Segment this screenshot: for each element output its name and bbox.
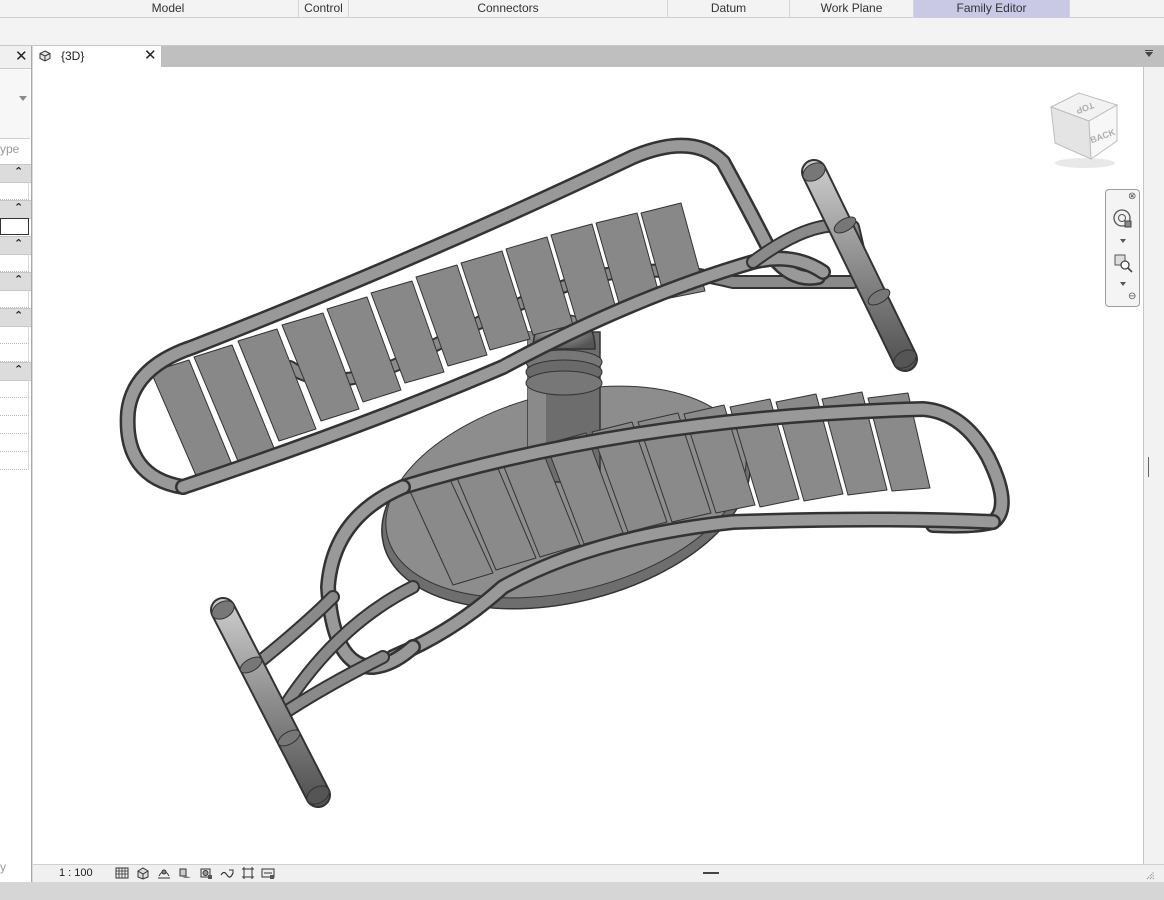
ribbon-group-work-plane[interactable]: Work Plane (790, 0, 914, 17)
view-tab-bar: {3D} ✕ (33, 46, 1164, 67)
visual-style-icon[interactable] (136, 866, 150, 880)
tab-menu-icon[interactable] (1145, 52, 1153, 57)
scroll-thumb[interactable] (703, 872, 719, 874)
zoom-icon[interactable] (1112, 252, 1134, 274)
property-row[interactable] (0, 254, 29, 272)
rendering-icon[interactable] (199, 866, 213, 880)
steering-wheel-icon[interactable] (1112, 208, 1134, 230)
edit-type-button[interactable]: ype (0, 142, 19, 156)
ribbon-group-family-editor[interactable]: Family Editor (914, 0, 1070, 17)
3d-view-icon (39, 50, 51, 62)
property-row[interactable] (0, 398, 29, 416)
view-scale[interactable]: 1 : 100 (59, 867, 93, 879)
property-row[interactable] (0, 416, 29, 434)
ribbon-group-connectors[interactable]: Connectors (349, 0, 668, 17)
minimize-icon[interactable]: ⊖ (1128, 292, 1136, 302)
properties-palette: ✕ ype ⌃ ⌃ ⌃ ⌃ ⌃ ⌃ y (0, 46, 32, 882)
close-icon[interactable]: ⊗ (1128, 192, 1136, 202)
collapse-icon[interactable]: ⌃ (14, 273, 23, 286)
scrollbar-grip[interactable] (1148, 457, 1152, 477)
properties-section-6[interactable]: ⌃ (0, 362, 31, 381)
ribbon-tab-strip (0, 18, 1164, 46)
properties-section-4[interactable]: ⌃ (0, 272, 31, 291)
view-control-bar: 1 : 100 (33, 864, 1164, 883)
collapse-icon[interactable]: ⌃ (14, 165, 23, 178)
property-row[interactable] (0, 182, 29, 200)
property-row[interactable] (0, 290, 29, 308)
chevron-down-icon[interactable] (19, 96, 27, 101)
sun-path-icon[interactable] (157, 866, 171, 880)
shadows-icon[interactable] (178, 866, 192, 880)
detail-level-icon[interactable] (115, 866, 129, 880)
properties-section-3[interactable]: ⌃ (0, 236, 31, 255)
crop-view-icon[interactable] (220, 866, 234, 880)
ribbon-group-datum[interactable]: Datum (668, 0, 790, 17)
resize-grip-icon[interactable] (1145, 870, 1155, 880)
temporary-hide-icon[interactable] (261, 866, 275, 880)
properties-help-link[interactable]: y (0, 860, 6, 874)
vertical-scrollbar[interactable] (1144, 67, 1164, 864)
properties-section-1[interactable]: ⌃ (0, 164, 31, 183)
properties-section-5[interactable]: ⌃ (0, 308, 31, 327)
collapse-icon[interactable]: ⌃ (14, 309, 23, 322)
property-row[interactable] (0, 344, 29, 362)
ribbon-group-model[interactable]: Model (38, 0, 299, 17)
property-row[interactable] (0, 434, 29, 452)
3d-view-canvas[interactable]: TOP BACK ⊗ ⊖ (33, 67, 1144, 864)
property-row-selected[interactable] (0, 218, 29, 235)
navigation-bar: ⊗ ⊖ (1105, 189, 1140, 307)
properties-section-2[interactable]: ⌃ (0, 200, 31, 219)
property-row[interactable] (0, 452, 29, 470)
view-tab-label: {3D} (61, 49, 85, 63)
chevron-down-icon[interactable] (1120, 282, 1126, 286)
viewcube[interactable]: TOP BACK (1045, 89, 1123, 171)
type-selector[interactable] (0, 70, 30, 139)
properties-header: ✕ (0, 46, 31, 69)
tab-menu-bar-icon (1145, 50, 1153, 51)
ribbon-group-control[interactable]: Control (299, 0, 349, 17)
close-icon[interactable]: ✕ (15, 49, 28, 64)
collapse-icon[interactable]: ⌃ (14, 363, 23, 376)
family-3d-model (119, 137, 1010, 808)
lower-bench (210, 391, 1010, 808)
property-row[interactable] (0, 380, 29, 398)
close-icon[interactable]: ✕ (144, 47, 157, 65)
chevron-down-icon[interactable] (1120, 239, 1126, 243)
property-row[interactable] (0, 326, 29, 344)
collapse-icon[interactable]: ⌃ (14, 237, 23, 250)
collapse-icon[interactable]: ⌃ (14, 201, 23, 214)
ribbon-panel-bar: Model Control Connectors Datum Work Plan… (0, 0, 1164, 18)
view-tab-3d[interactable]: {3D} ✕ (33, 46, 161, 67)
status-bar (0, 882, 1164, 900)
show-crop-icon[interactable] (241, 866, 255, 880)
